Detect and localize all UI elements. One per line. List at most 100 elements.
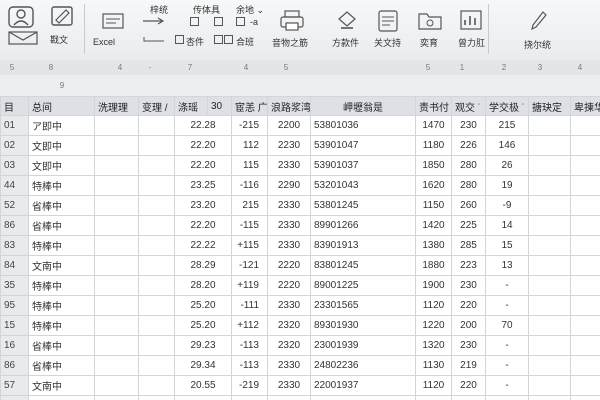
cell-format-icon[interactable] [102,13,124,29]
cell-empty[interactable] [528,395,571,400]
ribbon-button[interactable]: 曾力肛 [458,36,485,49]
cell-code[interactable]: 23001939 [310,335,416,356]
cell-name[interactable]: 特棒中 [28,275,95,296]
cell-empty[interactable] [570,275,600,296]
cell-b[interactable]: -211 [231,395,268,400]
cell-d[interactable]: 1900 [415,275,452,296]
cell-empty[interactable] [94,195,139,216]
control-label[interactable]: 合班 [236,35,254,48]
cell-c[interactable]: 2330 [267,355,311,376]
cell-c[interactable]: 2320 [267,315,311,336]
cell-d[interactable]: 1420 [415,215,452,236]
edit-icon[interactable] [51,6,73,26]
cell-name[interactable]: 省棒中 [28,335,95,356]
header-cell[interactable]: 变理 / [138,96,175,116]
cell-f[interactable]: 215 [485,115,529,136]
cell-e[interactable]: 220 [451,295,486,316]
folder-icon[interactable] [418,10,442,30]
cell-empty[interactable] [138,355,175,376]
cell-e[interactable]: 226 [451,135,486,156]
cell-n[interactable]: 84 [0,255,29,276]
cell-d[interactable]: 1320 [415,335,452,356]
cell-e[interactable]: 235 [451,395,486,400]
header-cell[interactable]: 总间 [28,96,95,116]
cell-b[interactable]: -121 [231,255,268,276]
group-tab[interactable]: 传体具 [193,3,220,16]
cell-b[interactable]: -115 [231,215,268,236]
cell-b[interactable]: +112 [231,315,268,336]
cell-empty[interactable] [570,235,600,256]
cell-e[interactable]: 230 [451,115,486,136]
cell-empty[interactable] [138,175,175,196]
cell-n[interactable]: 83 [0,235,29,256]
cell-c[interactable]: 2330 [267,195,311,216]
ribbon-button[interactable]: 奕育 [420,36,438,49]
cell-empty[interactable] [94,335,139,356]
cell-empty[interactable] [570,155,600,176]
ribbon-button[interactable]: 挠尔统 [524,38,551,51]
cell-empty[interactable] [94,175,139,196]
cell-c[interactable]: 2330 [267,155,311,176]
cell-e[interactable]: 220 [451,375,486,396]
cell-empty[interactable] [138,255,175,276]
cell-name[interactable]: 特棒中 [28,315,95,336]
cell-empty[interactable] [94,115,139,136]
cell-empty[interactable] [138,195,175,216]
cell-code[interactable]: 53901037 [310,155,416,176]
cell-a[interactable]: 28.29 [174,255,232,276]
cell-d[interactable]: 1150 [415,195,452,216]
checkbox-icon[interactable] [214,35,223,44]
cell-empty[interactable] [528,255,571,276]
cell-n[interactable]: 01 [0,115,29,136]
cell-n[interactable]: 52 [0,195,29,216]
cell-empty[interactable] [138,275,175,296]
cell-code[interactable]: 89301930 [310,315,416,336]
cell-d[interactable]: 1850 [415,155,452,176]
cell-c[interactable]: 2200 [267,115,311,136]
cell-c[interactable]: 2330 [267,235,311,256]
cell-empty[interactable] [570,375,600,396]
cell-empty[interactable] [528,375,571,396]
cell-empty[interactable] [528,275,571,296]
cell-b[interactable]: -116 [231,175,268,196]
cell-code[interactable]: 83901913 [310,235,416,256]
cell-n[interactable]: 33 [0,395,29,400]
group-tab[interactable]: 梓统 [150,3,168,16]
cell-code[interactable]: 23301565 [310,295,416,316]
cell-empty[interactable] [570,215,600,236]
cell-empty[interactable] [570,175,600,196]
cell-code[interactable]: 53801036 [310,115,416,136]
printer-icon[interactable] [280,10,304,32]
chart-icon[interactable] [460,10,482,30]
cell-a[interactable]: 29.34 [174,355,232,376]
cell-empty[interactable] [570,135,600,156]
header-cell[interactable]: 责书付 [415,96,452,116]
cell-a[interactable]: 22.20 [174,215,232,236]
cell-name[interactable]: 特棒中 [28,295,95,316]
cell-empty[interactable] [138,375,175,396]
list-icon[interactable] [378,10,398,32]
cell-name[interactable]: 文即中 [28,135,95,156]
cell-empty[interactable] [528,115,571,136]
cell-a[interactable]: 22.20 [174,155,232,176]
cell-d[interactable]: 1130 [415,355,452,376]
ribbon-button-left[interactable]: 戡文 [50,33,68,46]
cell-code[interactable]: 22001937 [310,375,416,396]
cell-f[interactable]: 146 [485,135,529,156]
header-cell[interactable]: 观交 ˙ [451,96,486,116]
header-cell[interactable]: 岬壢翁是 [310,96,416,116]
cell-c[interactable]: 2320 [267,335,311,356]
cell-n[interactable]: 02 [0,135,29,156]
cell-name[interactable]: ア即中 [28,115,95,136]
cell-f[interactable]: - [485,395,529,400]
cell-n[interactable]: 86 [0,215,29,236]
ribbon-button[interactable]: 方款件 [332,36,359,49]
cell-empty[interactable] [94,295,139,316]
cell-b[interactable]: 215 [231,195,268,216]
control-label[interactable]: 杏件 [186,35,204,48]
cell-n[interactable]: 03 [0,155,29,176]
cell-e[interactable]: 223 [451,255,486,276]
cell-empty[interactable] [94,395,139,400]
cell-b[interactable]: 115 [231,155,268,176]
cell-d[interactable]: 1120 [415,375,452,396]
